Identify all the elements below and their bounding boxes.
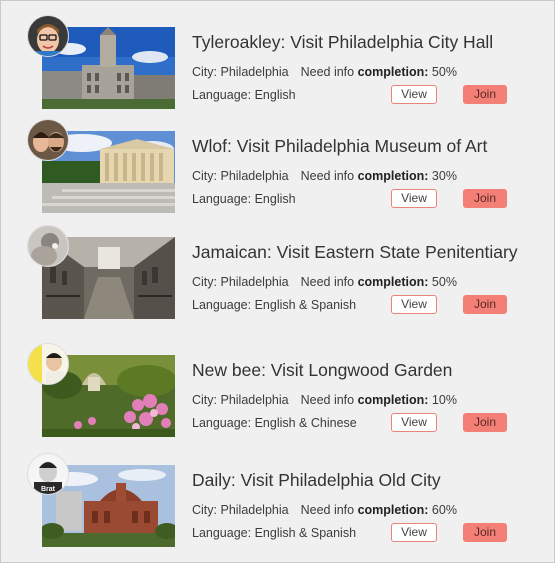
tour-title[interactable]: Daily: Visit Philadelphia Old City xyxy=(192,470,441,491)
city-label: City: xyxy=(192,65,217,79)
need-info-label: Need info xyxy=(300,65,355,79)
tour-meta: City: Philadelphia Need info completion: … xyxy=(192,169,457,183)
language-label: Language: xyxy=(192,88,252,102)
completion-label: completion: xyxy=(357,393,429,407)
language-value: English & Spanish xyxy=(254,298,357,312)
language-label: Language: xyxy=(192,192,252,206)
tour-card: Tyleroakley: Visit Philadelphia City Hal… xyxy=(1,15,555,119)
language-line: Language: English & Spanish xyxy=(192,298,356,312)
tour-title[interactable]: New bee: Visit Longwood Garden xyxy=(192,360,452,381)
join-button[interactable]: Join xyxy=(463,295,507,314)
language-value: English & Spanish xyxy=(254,526,357,540)
tour-meta: City: Philadelphia Need info completion: … xyxy=(192,275,457,289)
view-button[interactable]: View xyxy=(391,413,437,432)
user-avatar[interactable] xyxy=(27,343,69,385)
completion-label: completion: xyxy=(357,169,429,183)
language-label: Language: xyxy=(192,526,252,540)
language-line: Language: English & Chinese xyxy=(192,416,357,430)
need-info-label: Need info xyxy=(300,393,355,407)
completion-label: completion: xyxy=(357,503,429,517)
completion-value: 50% xyxy=(431,275,457,289)
language-value: English xyxy=(254,88,296,102)
need-info-label: Need info xyxy=(300,503,355,517)
view-button[interactable]: View xyxy=(391,85,437,104)
avatar-text: Brat xyxy=(41,486,56,493)
tour-title[interactable]: Wlof: Visit Philadelphia Museum of Art xyxy=(192,136,487,157)
tour-list: Tyleroakley: Visit Philadelphia City Hal… xyxy=(0,0,555,563)
language-value: English xyxy=(254,192,296,206)
tour-card: Brat Daily: Visit Philadelphia Old City … xyxy=(1,453,555,557)
tour-meta: City: Philadelphia Need info completion: … xyxy=(192,393,457,407)
completion-value: 50% xyxy=(431,65,457,79)
user-avatar[interactable] xyxy=(27,119,69,161)
city-value: Philadelphia xyxy=(220,393,289,407)
join-button[interactable]: Join xyxy=(463,189,507,208)
completion-value: 30% xyxy=(431,169,457,183)
city-label: City: xyxy=(192,393,217,407)
city-value: Philadelphia xyxy=(220,169,289,183)
city-label: City: xyxy=(192,503,217,517)
tour-card: Wlof: Visit Philadelphia Museum of Art C… xyxy=(1,119,555,223)
join-button[interactable]: Join xyxy=(463,523,507,542)
join-button[interactable]: Join xyxy=(463,413,507,432)
join-button[interactable]: Join xyxy=(463,85,507,104)
city-value: Philadelphia xyxy=(220,65,289,79)
tour-meta: City: Philadelphia Need info completion: … xyxy=(192,65,457,79)
need-info-label: Need info xyxy=(300,169,355,183)
tour-card: Jamaican: Visit Eastern State Penitentia… xyxy=(1,225,555,329)
completion-label: completion: xyxy=(357,275,429,289)
user-avatar[interactable] xyxy=(27,225,69,267)
tour-title[interactable]: Jamaican: Visit Eastern State Penitentia… xyxy=(192,242,518,263)
need-info-label: Need info xyxy=(300,275,355,289)
city-value: Philadelphia xyxy=(220,503,289,517)
user-avatar[interactable] xyxy=(27,15,69,57)
completion-label: completion: xyxy=(357,65,429,79)
view-button[interactable]: View xyxy=(391,189,437,208)
city-label: City: xyxy=(192,275,217,289)
city-value: Philadelphia xyxy=(220,275,289,289)
language-label: Language: xyxy=(192,298,252,312)
language-value: English & Chinese xyxy=(254,416,357,430)
view-button[interactable]: View xyxy=(391,295,437,314)
view-button[interactable]: View xyxy=(391,523,437,542)
city-label: City: xyxy=(192,169,217,183)
completion-value: 60% xyxy=(431,503,457,517)
tour-card: New bee: Visit Longwood Garden City: Phi… xyxy=(1,343,555,447)
tour-title[interactable]: Tyleroakley: Visit Philadelphia City Hal… xyxy=(192,32,493,53)
language-line: Language: English xyxy=(192,192,296,206)
tour-meta: City: Philadelphia Need info completion: … xyxy=(192,503,457,517)
language-line: Language: English xyxy=(192,88,296,102)
language-label: Language: xyxy=(192,416,252,430)
user-avatar[interactable]: Brat xyxy=(27,453,69,495)
completion-value: 10% xyxy=(431,393,457,407)
language-line: Language: English & Spanish xyxy=(192,526,356,540)
